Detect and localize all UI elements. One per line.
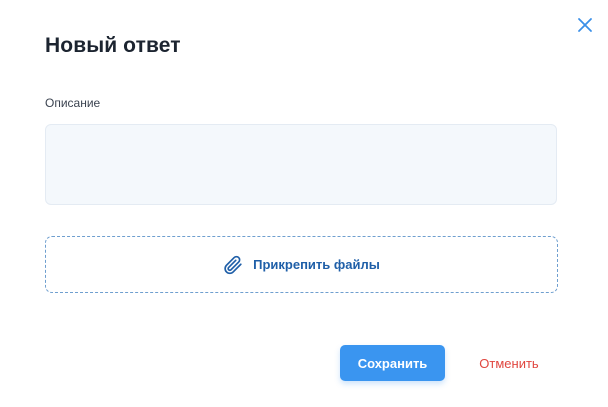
close-icon [578,18,592,32]
save-button[interactable]: Сохранить [340,345,445,381]
attach-files-content: Прикрепить файлы [223,255,380,275]
dialog-title: Новый ответ [45,34,181,57]
paperclip-icon [223,255,243,275]
description-label: Описание [45,96,101,110]
cancel-button[interactable]: Отменить [462,345,556,381]
attach-files-label: Прикрепить файлы [253,257,380,272]
close-button[interactable] [574,14,596,36]
new-answer-dialog: Новый ответ Описание Прикрепить файлы Со… [0,0,608,407]
description-field[interactable] [45,124,557,205]
attach-files-button[interactable]: Прикрепить файлы [45,236,558,293]
